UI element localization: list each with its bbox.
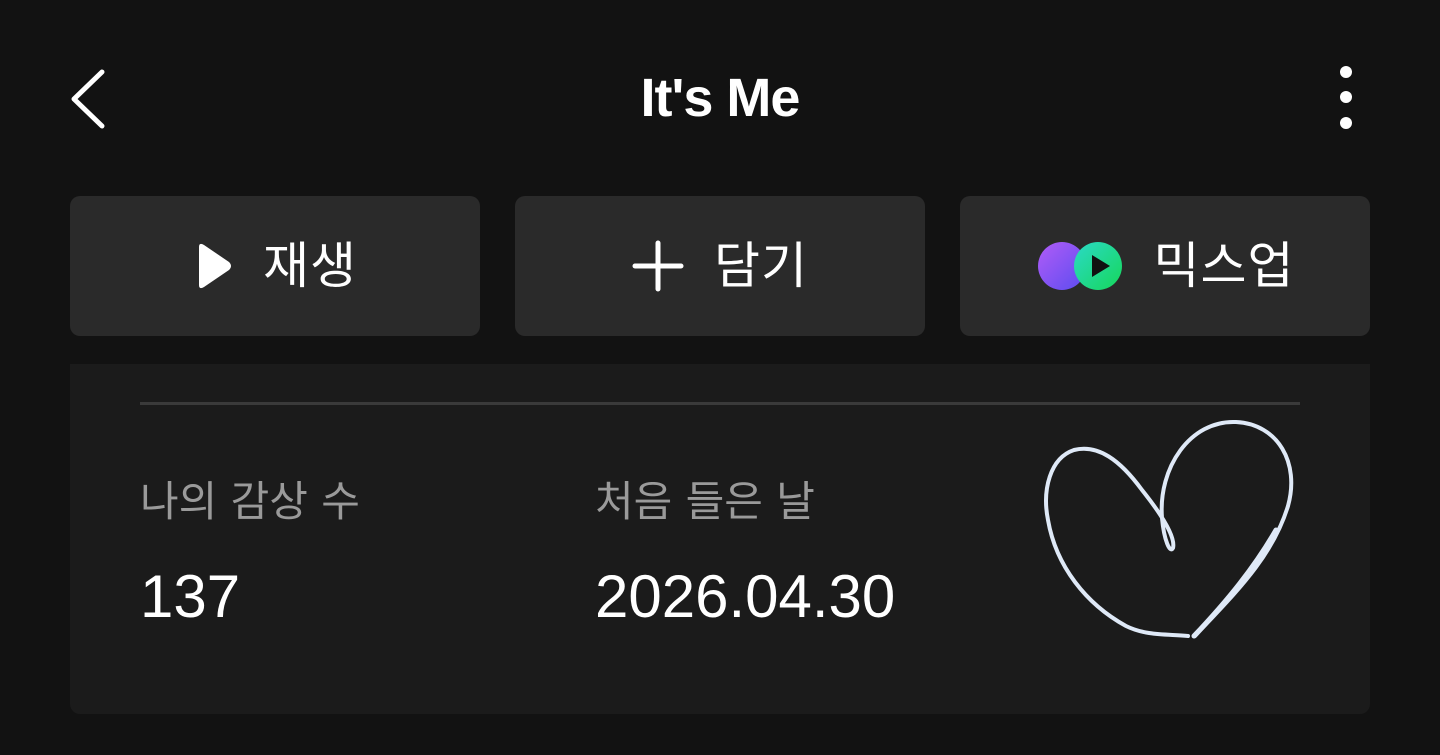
- mixup-label: 믹스업: [1153, 237, 1295, 295]
- action-buttons: 재생 담기 믹스업: [70, 196, 1370, 336]
- listening-stats-card: 나의 감상 수 137 처음 들은 날 2026.04.30: [70, 364, 1370, 714]
- first-listened-value: 2026.04.30: [595, 563, 896, 630]
- listen-count-stat: 나의 감상 수 137: [140, 476, 360, 630]
- add-label: 담기: [714, 237, 808, 295]
- page-title: It's Me: [640, 68, 801, 128]
- listen-count-label: 나의 감상 수: [140, 477, 360, 526]
- divider: [140, 402, 1300, 405]
- more-options-button[interactable]: [1320, 60, 1372, 138]
- heart-drawing-icon: [1044, 419, 1294, 639]
- listen-count-value: 137: [140, 563, 241, 630]
- play-label: 재생: [263, 237, 357, 295]
- first-listened-label: 처음 들은 날: [595, 477, 815, 526]
- plus-icon: [632, 240, 684, 292]
- back-button[interactable]: [60, 62, 120, 136]
- first-listened-stat: 처음 들은 날 2026.04.30: [595, 476, 895, 630]
- play-icon: [193, 242, 233, 290]
- more-vertical-icon: [1340, 66, 1352, 129]
- play-button[interactable]: 재생: [70, 196, 480, 336]
- chevron-left-icon: [71, 69, 105, 129]
- track-detail-screen: It's Me 재생 담기 믹스업 나의 감상 수 137 처음 들은 날 20…: [0, 0, 1440, 755]
- mixup-icon: [1036, 239, 1124, 293]
- top-bar: It's Me: [0, 0, 1440, 196]
- add-to-playlist-button[interactable]: 담기: [515, 196, 925, 336]
- mixup-button[interactable]: 믹스업: [960, 196, 1370, 336]
